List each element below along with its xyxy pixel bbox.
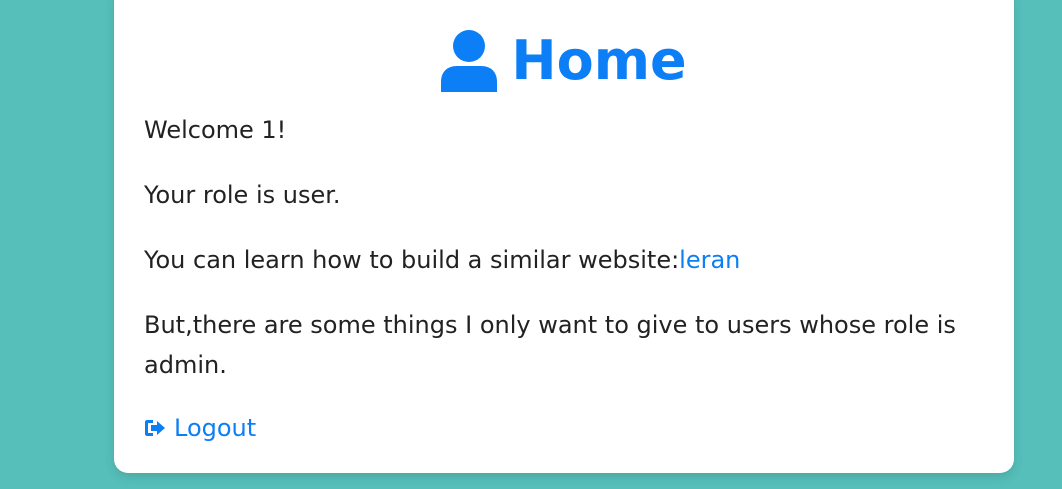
role-text: Your role is user. (144, 181, 341, 209)
page-title: Home (511, 29, 687, 92)
user-icon (441, 30, 498, 92)
learn-text: You can learn how to build a similar web… (144, 246, 680, 274)
page-header: Home (114, 30, 1014, 92)
admin-text: But,there are some things I only want to… (144, 311, 956, 379)
welcome-text: Welcome 1! (144, 116, 287, 144)
learn-link[interactable]: leran (679, 246, 740, 274)
learn-paragraph: You can learn how to build a similar web… (144, 240, 974, 280)
logout-label: Logout (174, 414, 257, 442)
logout-link[interactable]: Logout (144, 408, 256, 448)
sign-out-icon (145, 420, 165, 436)
home-card: Home Welcome 1! Your role is user. You c… (114, 0, 1014, 473)
main-content: Welcome 1! Your role is user. You can le… (144, 110, 974, 450)
